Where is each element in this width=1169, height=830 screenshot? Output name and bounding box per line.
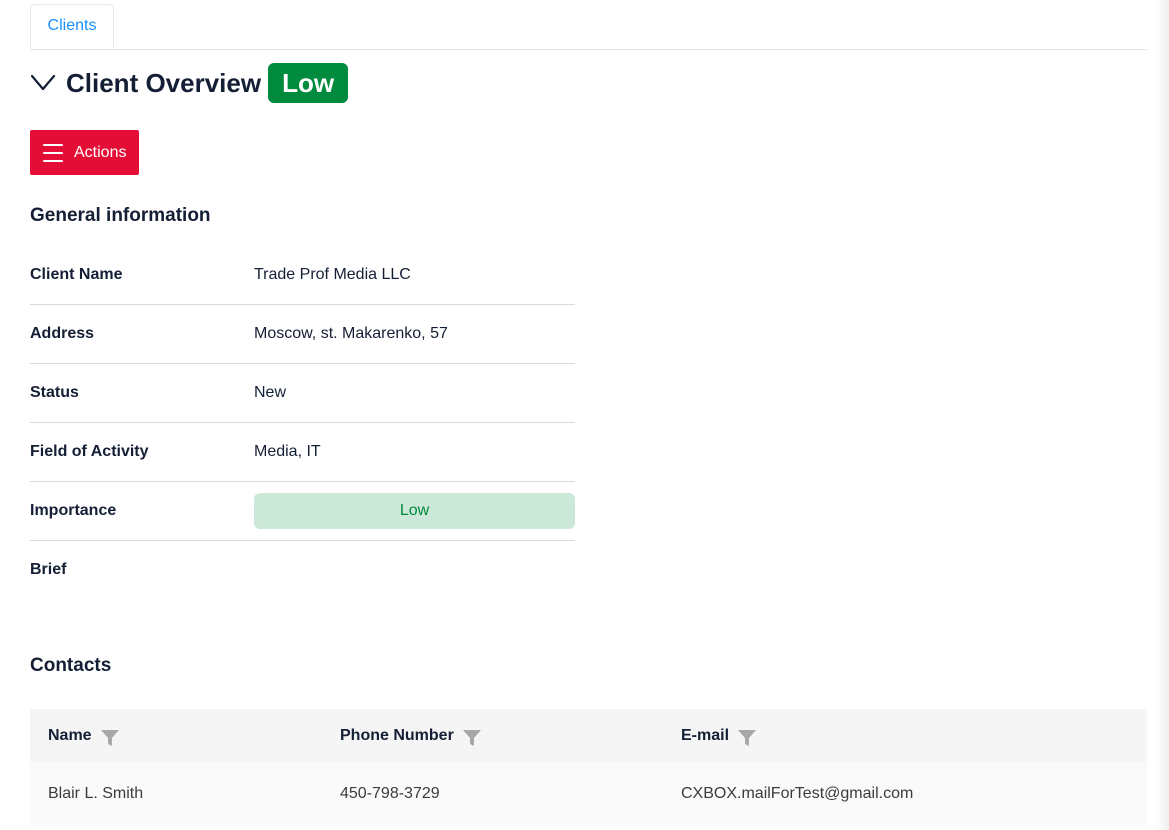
actions-label: Actions	[74, 143, 127, 161]
info-label: Address	[30, 325, 95, 342]
info-row-status: Status New	[30, 364, 575, 423]
contact-email: CXBOX.mailForTest@gmail.com	[681, 784, 914, 802]
info-value: Moscow, st. Makarenko, 57	[254, 325, 448, 342]
chevron-down-icon[interactable]	[30, 63, 56, 103]
filter-icon[interactable]	[462, 728, 482, 748]
info-row-address: Address Moscow, st. Makarenko, 57	[30, 305, 575, 364]
filter-icon[interactable]	[737, 728, 757, 748]
general-info-table: Client Name Trade Prof Media LLC Address…	[30, 246, 575, 599]
actions-button[interactable]: Actions	[30, 130, 139, 175]
page-header: Client Overview Low	[30, 63, 349, 103]
contact-name-link[interactable]: Blair L. Smith	[48, 762, 143, 825]
info-row-brief: Brief	[30, 541, 575, 599]
section-title-general: General information	[30, 205, 211, 226]
info-row-field-of-activity: Field of Activity Media, IT	[30, 423, 575, 482]
info-label: Client Name	[30, 266, 123, 283]
table-row: Blair L. Smith 450-798-3729 CXBOX.mailFo…	[30, 762, 1147, 825]
hamburger-menu-icon	[43, 143, 63, 162]
info-value: Media, IT	[254, 443, 321, 460]
importance-badge: Low	[268, 63, 349, 103]
info-label: Status	[30, 384, 79, 401]
column-header-label: Name	[48, 726, 92, 744]
tab-clients[interactable]: Clients	[30, 4, 114, 48]
info-label: Brief	[30, 561, 67, 578]
column-header-phone: Phone Number	[340, 724, 482, 748]
info-label: Importance	[30, 502, 117, 519]
section-title-contacts: Contacts	[30, 655, 112, 676]
filter-icon[interactable]	[100, 728, 120, 748]
info-value: Trade Prof Media LLC	[254, 266, 411, 283]
column-header-label: Phone Number	[340, 726, 454, 744]
info-row-importance: Importance Low	[30, 482, 575, 541]
column-header-name: Name	[48, 724, 120, 748]
right-edge-shadow	[1155, 0, 1169, 830]
contact-phone: 450-798-3729	[340, 784, 440, 802]
contacts-table: Name Phone Number E-mail Blair L. Smith …	[30, 709, 1147, 825]
tab-bar: Clients	[30, 4, 1147, 50]
column-header-email: E-mail	[681, 724, 757, 748]
importance-pill: Low	[254, 493, 575, 529]
table-header: Name Phone Number E-mail	[30, 709, 1147, 762]
info-label: Field of Activity	[30, 443, 149, 460]
column-header-label: E-mail	[681, 726, 730, 744]
info-row-client-name: Client Name Trade Prof Media LLC	[30, 246, 575, 305]
info-value: New	[254, 384, 287, 401]
page-title: Client Overview	[66, 67, 262, 98]
